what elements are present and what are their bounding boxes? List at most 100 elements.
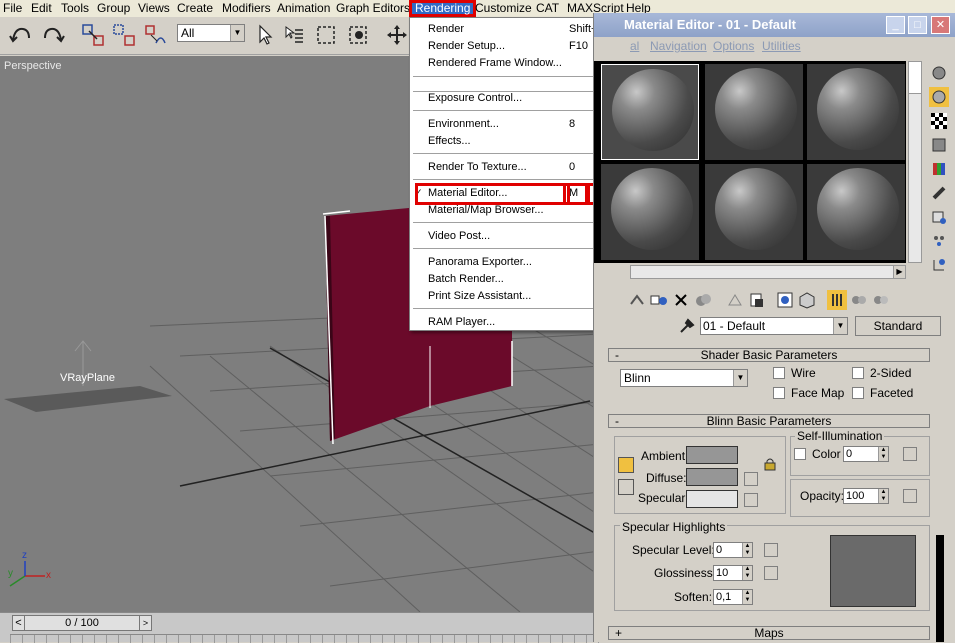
sample-slot-5[interactable] xyxy=(705,164,803,260)
ambient-color-swatch[interactable] xyxy=(686,446,738,464)
maps-rollout-header[interactable]: + Maps xyxy=(608,626,930,640)
menu-file[interactable]: File xyxy=(3,1,22,15)
material-map-navigator-button[interactable] xyxy=(929,255,949,275)
specular-color-swatch[interactable] xyxy=(686,490,738,508)
parameters-scrollbar[interactable] xyxy=(936,345,944,642)
menu-item-material-map-browser[interactable]: Material/Map Browser... xyxy=(428,204,544,216)
opacity-spinner[interactable]: 100 ▲ ▼ xyxy=(843,488,889,504)
options-button[interactable] xyxy=(929,207,949,227)
blinn-rollout-header[interactable]: - Blinn Basic Parameters xyxy=(608,414,930,428)
redo-button[interactable] xyxy=(40,22,66,48)
time-prev-button[interactable]: < xyxy=(13,616,25,630)
sample-slot-6[interactable] xyxy=(807,164,905,260)
put-to-library-button[interactable] xyxy=(725,290,745,310)
background-button[interactable] xyxy=(929,111,949,131)
selection-filter-dropdown[interactable]: All ▼ xyxy=(177,24,245,42)
material-type-button[interactable]: Standard xyxy=(855,316,941,336)
bind-space-warp-button[interactable] xyxy=(142,22,168,48)
time-slider[interactable]: < 0 / 100 > xyxy=(12,615,152,631)
slots-vertical-scrollbar[interactable] xyxy=(908,61,922,263)
menu-group[interactable]: Group xyxy=(97,1,130,15)
minimize-button[interactable]: _ xyxy=(886,16,905,34)
menu-tools[interactable]: Tools xyxy=(61,1,89,15)
diffuse-color-swatch[interactable] xyxy=(686,468,738,486)
glossiness-spinner[interactable]: 10 ▲ ▼ xyxy=(713,565,753,581)
pick-from-object-button[interactable] xyxy=(871,290,891,310)
menu-item-panorama-exporter[interactable]: Panorama Exporter... xyxy=(428,256,532,268)
menu-item-ram-player[interactable]: RAM Player... xyxy=(428,316,495,328)
sample-slot-3[interactable] xyxy=(807,64,905,160)
window-crossing-button[interactable] xyxy=(346,22,372,48)
undo-button[interactable] xyxy=(8,22,34,48)
me-menu-material[interactable]: al xyxy=(630,39,639,53)
material-name-dropdown[interactable]: 01 - Default ▼ xyxy=(700,317,848,335)
menu-modifiers[interactable]: Modifiers xyxy=(222,1,271,15)
slots-horizontal-scrollbar[interactable]: ▶ xyxy=(630,265,906,279)
me-menu-utilities[interactable]: Utilities xyxy=(762,39,801,53)
sample-slot-4[interactable] xyxy=(601,164,699,260)
menu-graph-editors[interactable]: Graph Editors xyxy=(336,1,410,15)
menu-rendering[interactable]: Rendering xyxy=(409,0,477,17)
soften-spinner[interactable]: 0,1 ▲ ▼ xyxy=(713,589,753,605)
menu-animation[interactable]: Animation xyxy=(277,1,330,15)
diffuse-map-button[interactable] xyxy=(744,472,758,486)
self-illum-color-checkbox[interactable] xyxy=(794,448,806,460)
me-menu-options[interactable]: Options xyxy=(713,39,754,53)
menu-item-environment[interactable]: Environment... xyxy=(428,118,499,130)
lock-ambient-diffuse-button[interactable] xyxy=(618,457,634,473)
menu-views[interactable]: Views xyxy=(138,1,170,15)
select-and-move-button[interactable] xyxy=(384,22,410,48)
sample-slot-1[interactable] xyxy=(601,64,699,160)
show-map-in-viewport-button[interactable] xyxy=(775,290,795,310)
menu-customize[interactable]: Customize xyxy=(475,1,532,15)
specular-level-spinner[interactable]: 0 ▲ ▼ xyxy=(713,542,753,558)
menu-cat[interactable]: CAT xyxy=(536,1,559,15)
menu-item-render-setup[interactable]: Render Setup... xyxy=(428,40,505,52)
menu-item-print-size-assistant[interactable]: Print Size Assistant... xyxy=(428,290,531,302)
close-button[interactable]: ✕ xyxy=(931,16,950,34)
sample-type-button[interactable] xyxy=(929,63,949,83)
select-object-button[interactable] xyxy=(251,22,277,48)
sample-uv-tiling-button[interactable] xyxy=(929,135,949,155)
lock-diffuse-specular-button[interactable] xyxy=(618,479,634,495)
me-menu-navigation[interactable]: Navigation xyxy=(650,39,707,53)
sample-slot-2[interactable] xyxy=(705,64,803,160)
face-map-checkbox[interactable] xyxy=(773,387,785,399)
make-unique-button[interactable] xyxy=(693,290,713,310)
go-forward-to-sibling-button[interactable] xyxy=(849,290,869,310)
menu-item-rendered-frame-window[interactable]: Rendered Frame Window... xyxy=(428,57,562,69)
scroll-thumb[interactable] xyxy=(936,535,944,642)
unlink-button[interactable] xyxy=(111,22,137,48)
select-by-name-button[interactable] xyxy=(281,22,307,48)
select-by-material-button[interactable] xyxy=(929,231,949,251)
menu-edit[interactable]: Edit xyxy=(31,1,52,15)
faceted-checkbox[interactable] xyxy=(852,387,864,399)
backlight-button[interactable] xyxy=(929,87,949,107)
show-end-result-button[interactable] xyxy=(797,290,817,310)
menu-item-render[interactable]: Render xyxy=(428,23,464,35)
specular-level-map-button[interactable] xyxy=(764,543,778,557)
reset-map-button[interactable] xyxy=(671,290,691,310)
self-illum-map-button[interactable] xyxy=(903,447,917,461)
glossiness-map-button[interactable] xyxy=(764,566,778,580)
rectangular-selection-button[interactable] xyxy=(313,22,339,48)
two-sided-checkbox[interactable] xyxy=(852,367,864,379)
opacity-map-button[interactable] xyxy=(903,489,917,503)
put-to-scene-button[interactable] xyxy=(627,290,647,310)
menu-item-render-to-texture[interactable]: Render To Texture... xyxy=(428,161,527,173)
material-effects-channel-button[interactable] xyxy=(747,290,767,310)
shader-type-dropdown[interactable]: Blinn ▼ xyxy=(620,369,748,387)
lock-icon[interactable] xyxy=(763,457,777,474)
video-color-check-button[interactable] xyxy=(929,159,949,179)
specular-map-button[interactable] xyxy=(744,493,758,507)
self-illum-spinner[interactable]: 0 ▲ ▼ xyxy=(843,446,889,462)
select-and-link-button[interactable] xyxy=(80,22,106,48)
menu-item-exposure-control[interactable]: Exposure Control... xyxy=(428,92,522,104)
scroll-thumb[interactable] xyxy=(909,62,921,94)
assign-material-button[interactable] xyxy=(649,290,669,310)
menu-item-batch-render[interactable]: Batch Render... xyxy=(428,273,504,285)
shader-rollout-header[interactable]: - Shader Basic Parameters xyxy=(608,348,930,362)
go-to-parent-button[interactable] xyxy=(827,290,847,310)
maximize-button[interactable]: □ xyxy=(908,16,927,34)
time-next-button[interactable]: > xyxy=(139,616,151,630)
